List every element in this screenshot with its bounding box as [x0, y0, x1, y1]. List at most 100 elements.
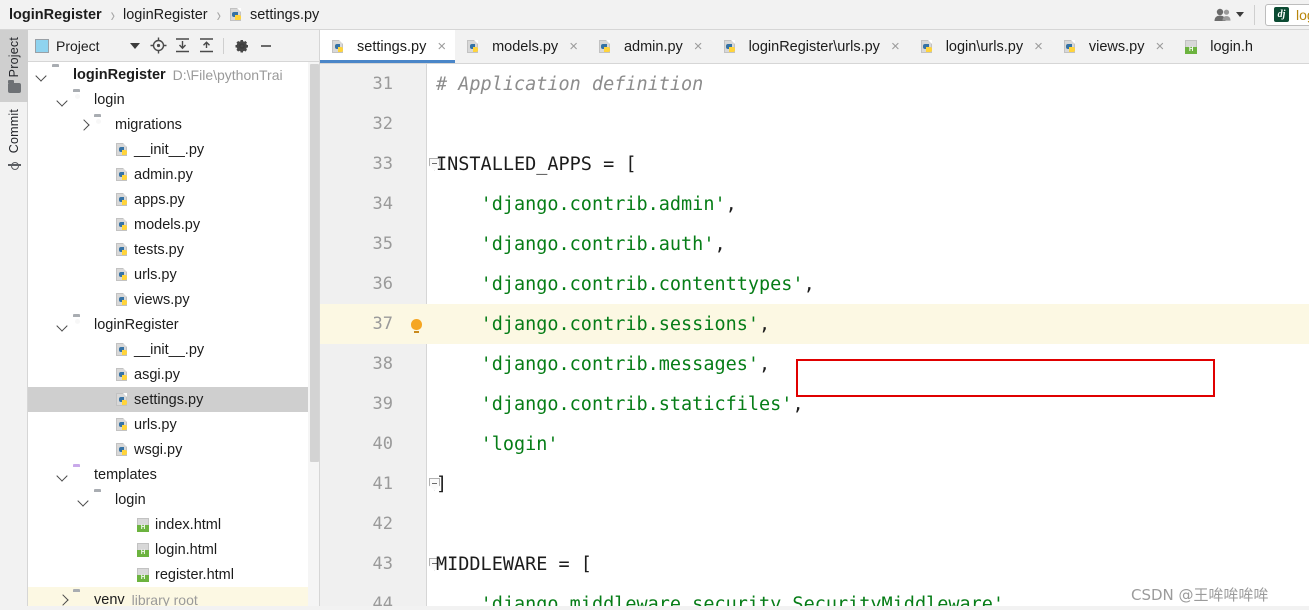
- code-editor[interactable]: 31 # Application definition 32 33 INSTALLED_…: [320, 64, 1309, 610]
- tree-item-tests-py[interactable]: tests.py: [28, 237, 320, 262]
- tool-window-commit-label: Commit: [7, 109, 21, 154]
- project-toolbar: Project: [28, 30, 320, 62]
- collapse-all-button[interactable]: [196, 35, 218, 57]
- close-icon[interactable]: ×: [1034, 39, 1043, 54]
- python-file-icon: [115, 167, 130, 182]
- editor-tab-login-urls-py[interactable]: login\urls.py ×: [909, 30, 1052, 63]
- tree-item-templates[interactable]: templates: [28, 462, 320, 487]
- project-file-tree[interactable]: loginRegister D:\File\pythonTrai login migr…: [28, 62, 320, 610]
- tree-item-migrations[interactable]: migrations: [28, 112, 320, 137]
- editor-tab-label: models.py: [492, 38, 559, 55]
- breadcrumb-file-label: settings.py: [249, 6, 320, 23]
- lightbulb-icon[interactable]: [411, 318, 422, 333]
- editor-tab-label: loginRegister\urls.py: [748, 38, 880, 55]
- scope-dropdown-button[interactable]: [124, 35, 146, 57]
- breadcrumb-item-file[interactable]: settings.py: [229, 7, 319, 23]
- close-icon[interactable]: ×: [891, 39, 900, 54]
- tree-item-label: wsgi.py: [134, 441, 183, 458]
- code-line[interactable]: 34 'django.contrib.admin',: [320, 184, 1309, 224]
- tree-item-index-html[interactable]: Hindex.html: [28, 512, 320, 537]
- tool-window-commit[interactable]: Commit: [0, 102, 28, 179]
- tree-item-asgi-py[interactable]: asgi.py: [28, 362, 320, 387]
- tree-item-settings-py[interactable]: settings.py: [28, 387, 320, 412]
- code-line[interactable]: 33 INSTALLED_APPS = [: [320, 144, 1309, 184]
- tree-item-label: register.html: [155, 566, 234, 583]
- python-file-icon: [466, 39, 481, 54]
- code-line[interactable]: 40 'login': [320, 424, 1309, 464]
- python-file-icon: [920, 39, 935, 54]
- tree-item-label: views.py: [134, 291, 190, 308]
- editor-tab-loginregister-urls-py[interactable]: loginRegister\urls.py ×: [712, 30, 909, 63]
- chevron-right-icon[interactable]: [78, 119, 89, 130]
- tree-item-loginregister[interactable]: loginRegister D:\File\pythonTrai: [28, 62, 320, 87]
- code-line[interactable]: 39 'django.contrib.staticfiles',: [320, 384, 1309, 424]
- chevron-down-icon[interactable]: [57, 94, 68, 105]
- close-icon[interactable]: ×: [694, 39, 703, 54]
- editor-tab-models-py[interactable]: models.py ×: [455, 30, 587, 63]
- settings-button[interactable]: [231, 35, 253, 57]
- editor-tab-views-py[interactable]: views.py ×: [1052, 30, 1173, 63]
- chevron-down-icon: [1236, 12, 1244, 17]
- tree-item-register-html[interactable]: Hregister.html: [28, 562, 320, 587]
- chevron-right-icon[interactable]: [57, 594, 68, 605]
- code-line[interactable]: 35 'django.contrib.auth',: [320, 224, 1309, 264]
- close-icon[interactable]: ×: [437, 39, 446, 54]
- html-file-icon: H: [136, 542, 151, 557]
- tree-item-loginregister[interactable]: loginRegister: [28, 312, 320, 337]
- code-line[interactable]: 32: [320, 104, 1309, 144]
- tree-item-admin-py[interactable]: admin.py: [28, 162, 320, 187]
- close-icon[interactable]: ×: [569, 39, 578, 54]
- chevron-down-icon[interactable]: [57, 469, 68, 480]
- people-button[interactable]: [1212, 7, 1244, 23]
- tool-window-project[interactable]: Project: [0, 30, 28, 103]
- tree-item-urls-py[interactable]: urls.py: [28, 262, 320, 287]
- chevron-down-icon[interactable]: [36, 69, 47, 80]
- expand-all-button[interactable]: [172, 35, 194, 57]
- line-number: 32: [372, 114, 393, 134]
- tree-item-views-py[interactable]: views.py: [28, 287, 320, 312]
- tree-item-label: __init__.py: [134, 141, 205, 158]
- hide-panel-button[interactable]: [255, 35, 277, 57]
- scrollbar-thumb[interactable]: [310, 64, 319, 462]
- project-panel-title[interactable]: Project: [35, 38, 100, 54]
- tree-item-login-html[interactable]: Hlogin.html: [28, 537, 320, 562]
- tree-item-urls-py[interactable]: urls.py: [28, 412, 320, 437]
- breadcrumb-item-project[interactable]: loginRegister: [9, 7, 102, 23]
- html-file-icon: H: [136, 567, 151, 582]
- code-line[interactable]: 42: [320, 504, 1309, 544]
- breadcrumb-bar: loginRegister › loginRegister › settings…: [0, 0, 1309, 30]
- editor-tab-admin-py[interactable]: admin.py ×: [587, 30, 712, 63]
- code-line[interactable]: 31 # Application definition: [320, 64, 1309, 104]
- run-configuration-selector[interactable]: dj log: [1265, 3, 1309, 26]
- breadcrumb-item-package[interactable]: loginRegister: [123, 7, 208, 23]
- tree-item-init-py[interactable]: __init__.py: [28, 137, 320, 162]
- folder-icon: [52, 67, 69, 83]
- line-number: 39: [372, 394, 393, 414]
- folder-icon: [94, 117, 111, 133]
- code-line[interactable]: 43 MIDDLEWARE = [: [320, 544, 1309, 584]
- tree-item-login[interactable]: login: [28, 87, 320, 112]
- editor-tab-login-h[interactable]: Hlogin.h: [1173, 30, 1262, 63]
- chevron-down-icon[interactable]: [78, 494, 89, 505]
- editor-tab-settings-py[interactable]: settings.py ×: [320, 30, 456, 63]
- close-icon[interactable]: ×: [1155, 39, 1164, 54]
- breadcrumb-separator-icon: ›: [216, 3, 221, 26]
- chevron-down-icon[interactable]: [57, 319, 68, 330]
- tree-item-init-py[interactable]: __init__.py: [28, 337, 320, 362]
- html-file-icon: H: [1184, 39, 1199, 54]
- gutter-marker[interactable]: [406, 318, 427, 333]
- locate-file-button[interactable]: [148, 35, 170, 57]
- code-content[interactable]: 31 # Application definition 32 33 INSTALLED_…: [320, 64, 1309, 610]
- tree-item-wsgi-py[interactable]: wsgi.py: [28, 437, 320, 462]
- tree-item-apps-py[interactable]: apps.py: [28, 187, 320, 212]
- tree-item-login[interactable]: login: [28, 487, 320, 512]
- code-line[interactable]: 41]: [320, 464, 1309, 504]
- line-number: 36: [372, 274, 393, 294]
- code-line[interactable]: 37 'django.contrib.sessions',: [320, 304, 1309, 344]
- tree-item-models-py[interactable]: models.py: [28, 212, 320, 237]
- code-line[interactable]: 38 'django.contrib.messages',: [320, 344, 1309, 384]
- code-line[interactable]: 36 'django.contrib.contenttypes',: [320, 264, 1309, 304]
